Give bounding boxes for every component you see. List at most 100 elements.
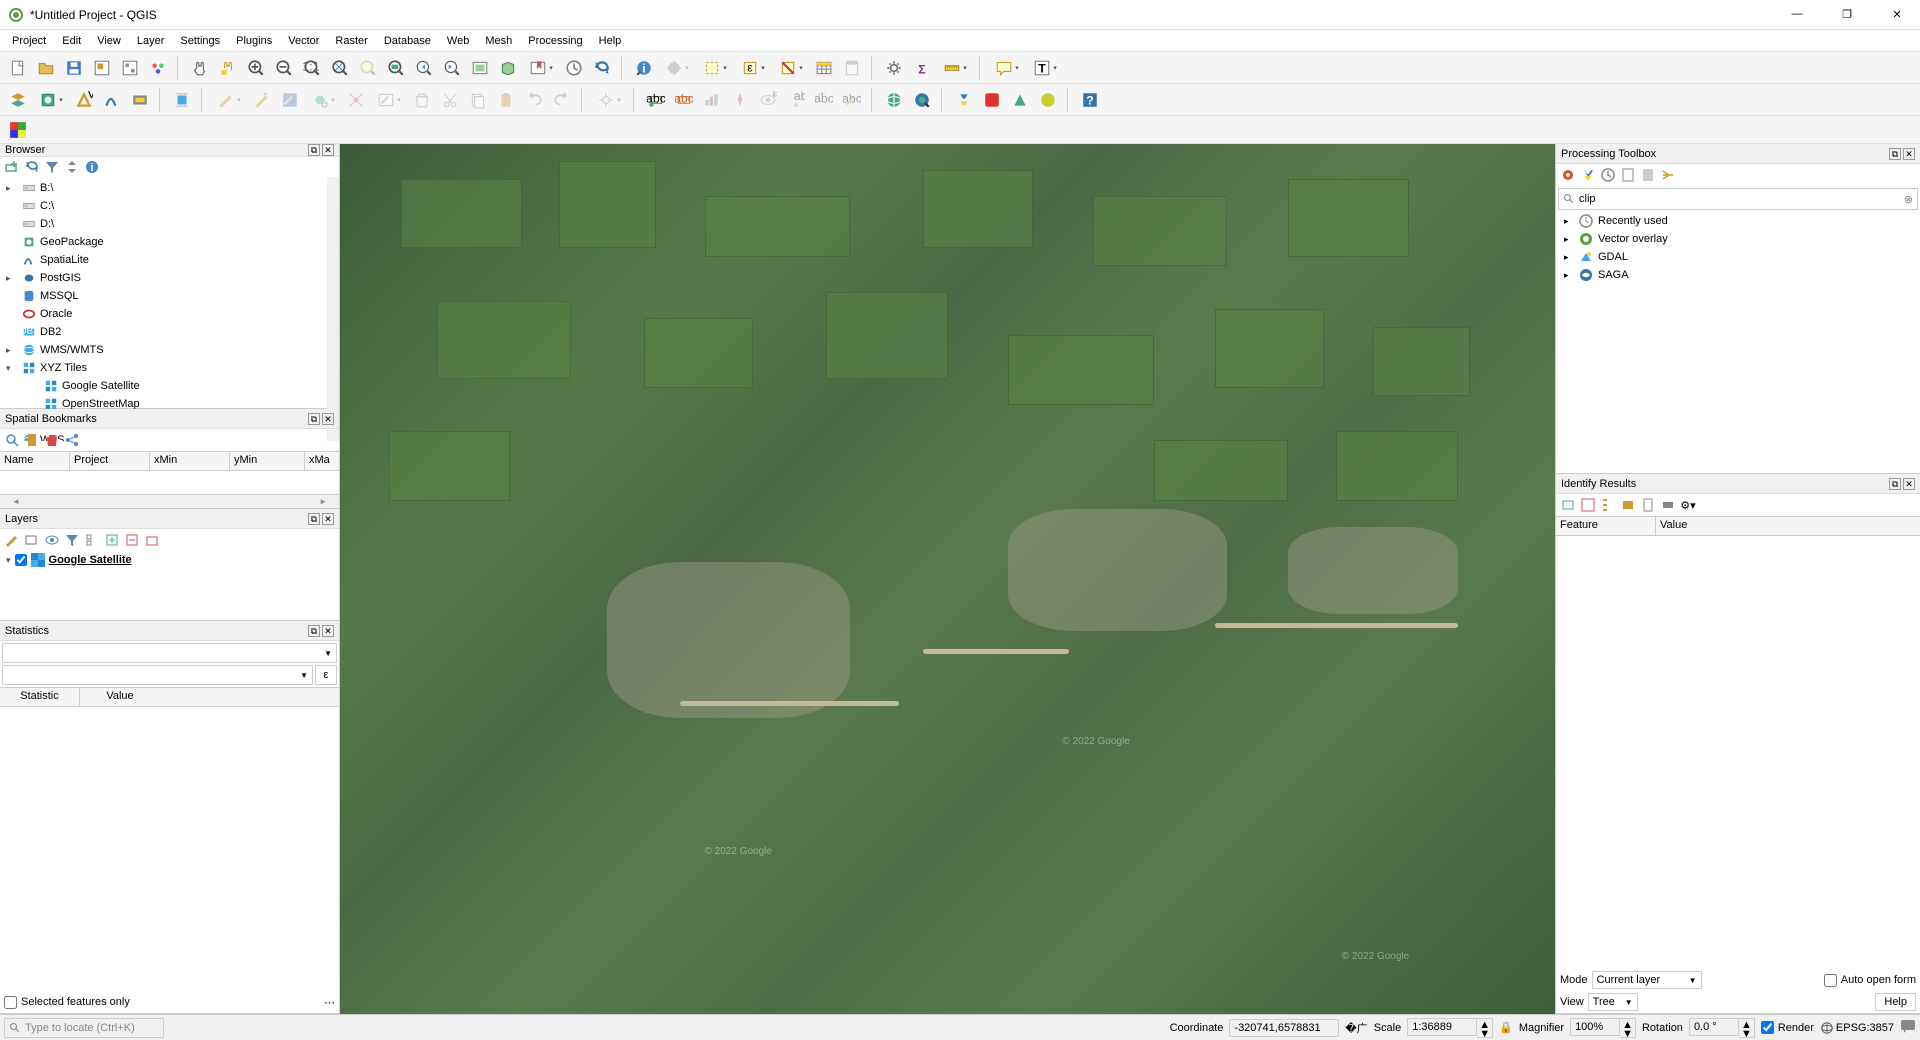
expand-icon[interactable] bbox=[104, 532, 120, 548]
measure-button[interactable] bbox=[938, 56, 972, 80]
toolbox-item[interactable]: ▸Recently used bbox=[1556, 212, 1920, 230]
browser-item[interactable]: DB2DB2 bbox=[0, 323, 327, 341]
menu-plugins[interactable]: Plugins bbox=[228, 35, 280, 47]
python-console-button[interactable] bbox=[952, 88, 976, 112]
layer-visibility-checkbox[interactable] bbox=[15, 554, 27, 566]
menu-raster[interactable]: Raster bbox=[327, 35, 375, 47]
menu-vector[interactable]: Vector bbox=[280, 35, 327, 47]
open-datasource-button[interactable] bbox=[6, 88, 30, 112]
options-icon[interactable] bbox=[1660, 167, 1676, 183]
toolbox-item[interactable]: ▸GDAL bbox=[1556, 248, 1920, 266]
share-bookmark-icon[interactable] bbox=[64, 432, 80, 448]
history-icon[interactable] bbox=[1600, 167, 1616, 183]
browser-item[interactable]: SpatiaLite bbox=[0, 251, 327, 269]
messages-icon[interactable] bbox=[1900, 1019, 1916, 1036]
stats-field-combo[interactable]: ▼ bbox=[2, 665, 313, 685]
identify-help-button[interactable]: Help bbox=[1875, 993, 1916, 1011]
menu-processing[interactable]: Processing bbox=[520, 35, 590, 47]
new-map-view-button[interactable] bbox=[468, 56, 492, 80]
new-geopackage-button[interactable] bbox=[34, 88, 68, 112]
browser-scrollbar[interactable] bbox=[327, 177, 339, 441]
layer-item[interactable]: ▾ Google Satellite bbox=[0, 551, 339, 569]
coord-field[interactable]: -320741,6578831 bbox=[1229, 1019, 1339, 1037]
statistics-button[interactable]: Σ bbox=[910, 56, 934, 80]
browser-item[interactable]: ▸B:\ bbox=[0, 179, 327, 197]
map-canvas[interactable]: © 2022 Google © 2022 Google © 2022 Googl… bbox=[340, 144, 1555, 1014]
identify-close-button[interactable]: ✕ bbox=[1903, 478, 1915, 490]
stats-col-stat[interactable]: Statistic bbox=[0, 688, 80, 706]
auto-open-form-checkbox[interactable]: Auto open form bbox=[1824, 974, 1916, 987]
stats-options-icon[interactable]: ⋯ bbox=[324, 996, 335, 1009]
layer-style-icon[interactable] bbox=[4, 532, 20, 548]
toolbox-search[interactable]: ⊗ bbox=[1558, 188, 1918, 210]
render-checkbox[interactable]: Render bbox=[1761, 1021, 1814, 1034]
identify-col-value[interactable]: Value bbox=[1656, 517, 1920, 535]
zoom-next-button[interactable] bbox=[440, 56, 464, 80]
bookmarks-col-xmin[interactable]: xMin bbox=[150, 452, 230, 470]
menu-web[interactable]: Web bbox=[439, 35, 477, 47]
delete-bookmark-icon[interactable] bbox=[44, 432, 60, 448]
stats-layer-combo[interactable]: ▼ bbox=[2, 643, 337, 663]
ident-expand-icon[interactable] bbox=[1560, 497, 1576, 513]
deselect-button[interactable] bbox=[774, 56, 808, 80]
ident-tree-icon[interactable] bbox=[1600, 497, 1616, 513]
toolbox-button[interactable] bbox=[882, 56, 906, 80]
show-bookmarks-button[interactable] bbox=[524, 56, 558, 80]
browser-close-button[interactable]: ✕ bbox=[322, 144, 334, 156]
browser-item[interactable]: ▸WMS/WMTS bbox=[0, 341, 327, 359]
help-button[interactable]: ? bbox=[1078, 88, 1102, 112]
browser-item[interactable]: C:\ bbox=[0, 197, 327, 215]
toolbox-tree[interactable]: ▸Recently used▸Vector overlay▸GDAL▸SAGA bbox=[1556, 212, 1920, 473]
expand-all-icon[interactable] bbox=[84, 532, 100, 548]
filter-icon[interactable] bbox=[44, 159, 60, 175]
remove-layer-icon[interactable] bbox=[144, 532, 160, 548]
stats-undock-button[interactable]: ⧉ bbox=[308, 625, 320, 637]
map-tips-button[interactable] bbox=[990, 56, 1024, 80]
bookmarks-col-xmax[interactable]: xMa bbox=[305, 452, 339, 470]
manage-visibility-icon[interactable] bbox=[44, 532, 60, 548]
ident-copy-icon[interactable] bbox=[1640, 497, 1656, 513]
menu-edit[interactable]: Edit bbox=[54, 35, 89, 47]
plugin2-button[interactable] bbox=[1008, 88, 1032, 112]
bookmarks-close-button[interactable]: ✕ bbox=[322, 413, 334, 425]
save-project-button[interactable] bbox=[62, 56, 86, 80]
temporal-button[interactable] bbox=[562, 56, 586, 80]
zoom-in-button[interactable] bbox=[244, 56, 268, 80]
no-label-button[interactable]: abc bbox=[644, 88, 668, 112]
style-manager-button[interactable] bbox=[146, 56, 170, 80]
browser-item[interactable]: ▸PostGIS bbox=[0, 269, 327, 287]
zoom-last-button[interactable] bbox=[412, 56, 436, 80]
pan-map-button[interactable] bbox=[188, 56, 212, 80]
browser-undock-button[interactable]: ⧉ bbox=[308, 144, 320, 156]
select-value-button[interactable]: ε bbox=[736, 56, 770, 80]
browser-tree[interactable]: ▸B:\C:\D:\GeoPackageSpatiaLite▸PostGISMS… bbox=[0, 177, 327, 441]
ident-settings-icon[interactable]: ⚙▾ bbox=[1680, 497, 1696, 513]
select-button[interactable] bbox=[698, 56, 732, 80]
browser-item[interactable]: Google Satellite bbox=[0, 377, 327, 395]
menu-settings[interactable]: Settings bbox=[172, 35, 228, 47]
filter-legend-icon[interactable] bbox=[64, 532, 80, 548]
text-annotation-button[interactable]: T bbox=[1028, 56, 1062, 80]
pan-to-selection-button[interactable] bbox=[216, 56, 240, 80]
lock-scale-icon[interactable]: 🔒 bbox=[1499, 1021, 1513, 1034]
zoom-layer-button[interactable] bbox=[384, 56, 408, 80]
extents-icon[interactable]: �广 bbox=[1345, 1020, 1367, 1036]
stats-close-button[interactable]: ✕ bbox=[322, 625, 334, 637]
model-icon[interactable] bbox=[1560, 167, 1576, 183]
new-virtual-button[interactable] bbox=[128, 88, 152, 112]
qms-button[interactable] bbox=[910, 88, 934, 112]
locator-input[interactable]: Type to locate (Ctrl+K) bbox=[4, 1018, 164, 1038]
bookmarks-col-project[interactable]: Project bbox=[70, 452, 150, 470]
new-shapefile-button[interactable]: V bbox=[72, 88, 96, 112]
selected-only-checkbox[interactable]: Selected features only bbox=[4, 996, 130, 1009]
stats-col-value[interactable]: Value bbox=[80, 688, 160, 706]
results-icon[interactable] bbox=[1620, 167, 1636, 183]
maximize-button[interactable]: ❐ bbox=[1832, 8, 1862, 21]
menu-view[interactable]: View bbox=[89, 35, 129, 47]
scale-field[interactable]: 1:36889▲▼ bbox=[1407, 1018, 1493, 1038]
identify-undock-button[interactable]: ⧉ bbox=[1889, 478, 1901, 490]
add-group-icon[interactable] bbox=[24, 532, 40, 548]
attr-table-button[interactable] bbox=[812, 56, 836, 80]
layers-close-button[interactable]: ✕ bbox=[322, 513, 334, 525]
new-3d-map-button[interactable] bbox=[496, 56, 520, 80]
